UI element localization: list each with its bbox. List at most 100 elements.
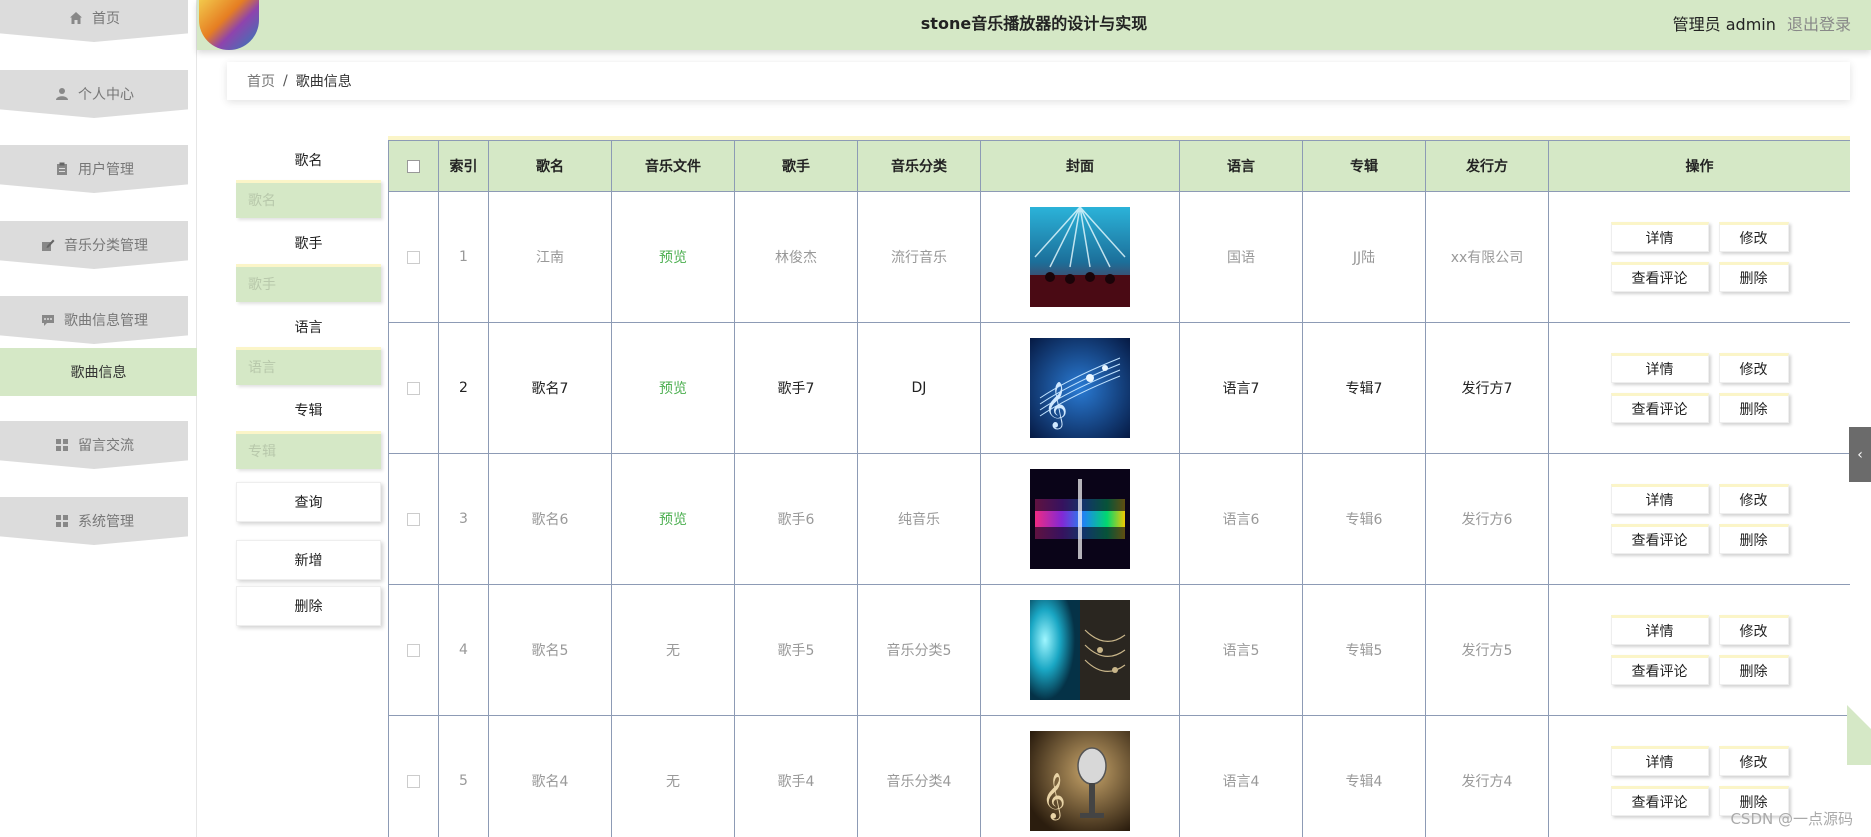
table-row: 2 歌名7 预览 歌手7 DJ 𝄞 语言7 专辑7 发行方7 详情 修改 查看评…: [388, 322, 1850, 454]
detail-button[interactable]: 详情: [1610, 353, 1709, 383]
add-button[interactable]: 新增: [236, 540, 381, 580]
language-input[interactable]: [236, 347, 381, 385]
column-header: 操作: [1548, 140, 1850, 192]
table-row: 4 歌名5 无 歌手5 音乐分类5 语言5 专辑5 发行方5 详情 修改 查看评…: [388, 584, 1850, 716]
category-cell: 流行音乐: [857, 191, 981, 323]
singer-cell: 歌手4: [734, 715, 858, 837]
comments-button[interactable]: 查看评论: [1610, 786, 1709, 816]
singer-cell: 歌手7: [734, 322, 858, 454]
breadcrumb-separator: /: [283, 73, 288, 89]
delete-button[interactable]: 删除: [236, 586, 381, 626]
music-file-cell: 预览: [611, 322, 735, 454]
row-select-cell: [388, 191, 439, 323]
song-name-cell: 歌名5: [488, 584, 612, 716]
delete-row-button[interactable]: 删除: [1718, 524, 1789, 554]
category-cell: 音乐分类5: [857, 584, 981, 716]
song-name-cell: 歌名6: [488, 453, 612, 585]
column-header: 音乐文件: [611, 140, 735, 192]
edit-button[interactable]: 修改: [1718, 222, 1789, 252]
sidebar: 首页 个人中心 用户管理 音乐分类管理 歌曲信息管理 歌曲信息 留言交流 系统管…: [0, 0, 197, 837]
album-cell: 专辑7: [1302, 322, 1426, 454]
sidebar-item-system[interactable]: 系统管理: [0, 497, 188, 545]
sidebar-item-song-info[interactable]: 歌曲信息: [0, 348, 197, 396]
edit-button[interactable]: 修改: [1718, 484, 1789, 514]
table-row: 3 歌名6 预览 歌手6 纯音乐 语言6 专辑6 发行方6 详情 修改 查看评论…: [388, 453, 1850, 585]
music-file-cell: 预览: [611, 453, 735, 585]
delete-row-button[interactable]: 删除: [1718, 262, 1789, 292]
language-cell: 语言7: [1179, 322, 1303, 454]
edit-button[interactable]: 修改: [1718, 353, 1789, 383]
row-checkbox[interactable]: [407, 250, 420, 264]
column-header: 索引: [438, 140, 489, 192]
singer-label: 歌手: [294, 236, 323, 252]
cover-cell: 𝄞: [980, 715, 1180, 837]
cover-image: [1030, 469, 1130, 569]
comments-button[interactable]: 查看评论: [1610, 393, 1709, 423]
table-row: 5 歌名4 无 歌手4 音乐分类4 𝄞 语言4 专辑4 发行方4 详情 修改 查…: [388, 715, 1850, 837]
select-all-checkbox[interactable]: [407, 159, 420, 173]
sidebar-item-user-management[interactable]: 用户管理: [0, 145, 188, 193]
comments-button[interactable]: 查看评论: [1610, 655, 1709, 685]
album-cell: 专辑5: [1302, 584, 1426, 716]
row-checkbox[interactable]: [407, 774, 420, 788]
delete-row-button[interactable]: 删除: [1718, 393, 1789, 423]
row-select-cell: [388, 453, 439, 585]
breadcrumb-home[interactable]: 首页: [247, 71, 275, 91]
preview-link[interactable]: 预览: [659, 512, 687, 528]
query-button[interactable]: 查询: [236, 482, 381, 522]
svg-text:𝄞: 𝄞: [1042, 773, 1066, 821]
sidebar-item-home[interactable]: 首页: [0, 0, 188, 42]
row-checkbox[interactable]: [407, 512, 420, 526]
sidebar-item-label: 歌曲信息管理: [64, 313, 148, 329]
edit-button[interactable]: 修改: [1718, 615, 1789, 645]
detail-button[interactable]: 详情: [1610, 484, 1709, 514]
row-checkbox[interactable]: [407, 381, 420, 395]
comments-button[interactable]: 查看评论: [1610, 262, 1709, 292]
category-cell: 纯音乐: [857, 453, 981, 585]
detail-button[interactable]: 详情: [1610, 746, 1709, 776]
collapse-tab[interactable]: ‹: [1849, 427, 1871, 482]
language-cell: 语言6: [1179, 453, 1303, 585]
index-cell: 4: [438, 584, 489, 716]
user-area: 管理员 admin 退出登录: [1673, 11, 1851, 35]
cover-cell: [980, 191, 1180, 323]
index-cell: 3: [438, 453, 489, 585]
preview-link[interactable]: 预览: [659, 250, 687, 266]
comments-button[interactable]: 查看评论: [1610, 524, 1709, 554]
row-select-cell: [388, 584, 439, 716]
song-name-input[interactable]: [236, 180, 381, 218]
row-select-cell: [388, 322, 439, 454]
language-label: 语言: [294, 320, 323, 336]
publisher-cell: 发行方5: [1425, 584, 1549, 716]
preview-link[interactable]: 预览: [659, 381, 687, 397]
sidebar-item-messages[interactable]: 留言交流: [0, 421, 188, 469]
language-cell: 语言5: [1179, 584, 1303, 716]
delete-row-button[interactable]: 删除: [1718, 655, 1789, 685]
song-name-cell: 江南: [488, 191, 612, 323]
table-row: 1 江南 预览 林俊杰 流行音乐 国语 JJ陆 xx有限公司 详情 修改 查看评…: [388, 191, 1850, 323]
svg-text:𝄞: 𝄞: [1044, 382, 1068, 430]
actions-cell: 详情 修改 查看评论 删除: [1548, 191, 1850, 323]
actions-cell: 详情 修改 查看评论 删除: [1548, 322, 1850, 454]
singer-cell: 歌手6: [734, 453, 858, 585]
detail-button[interactable]: 详情: [1610, 615, 1709, 645]
singer-input[interactable]: [236, 264, 381, 302]
category-cell: DJ: [857, 322, 981, 454]
sidebar-item-label: 歌曲信息: [70, 365, 127, 381]
album-input[interactable]: [236, 431, 381, 469]
message-icon: [40, 312, 56, 328]
row-checkbox[interactable]: [407, 643, 420, 657]
detail-button[interactable]: 详情: [1610, 222, 1709, 252]
column-header: 音乐分类: [857, 140, 981, 192]
index-cell: 5: [438, 715, 489, 837]
edit-icon: [40, 237, 56, 253]
column-header: 封面: [980, 140, 1180, 192]
sidebar-item-music-category[interactable]: 音乐分类管理: [0, 221, 188, 269]
sidebar-item-song-management[interactable]: 歌曲信息管理: [0, 296, 188, 344]
sidebar-item-profile[interactable]: 个人中心: [0, 70, 188, 118]
cover-image: [1030, 207, 1130, 307]
song-table: 索引 歌名 音乐文件 歌手 音乐分类 封面 语言 专辑 发行方 操作 1 江南 …: [388, 136, 1850, 837]
edit-button[interactable]: 修改: [1718, 746, 1789, 776]
cover-image: 𝄞: [1030, 338, 1130, 438]
logout-link[interactable]: 退出登录: [1787, 15, 1851, 34]
